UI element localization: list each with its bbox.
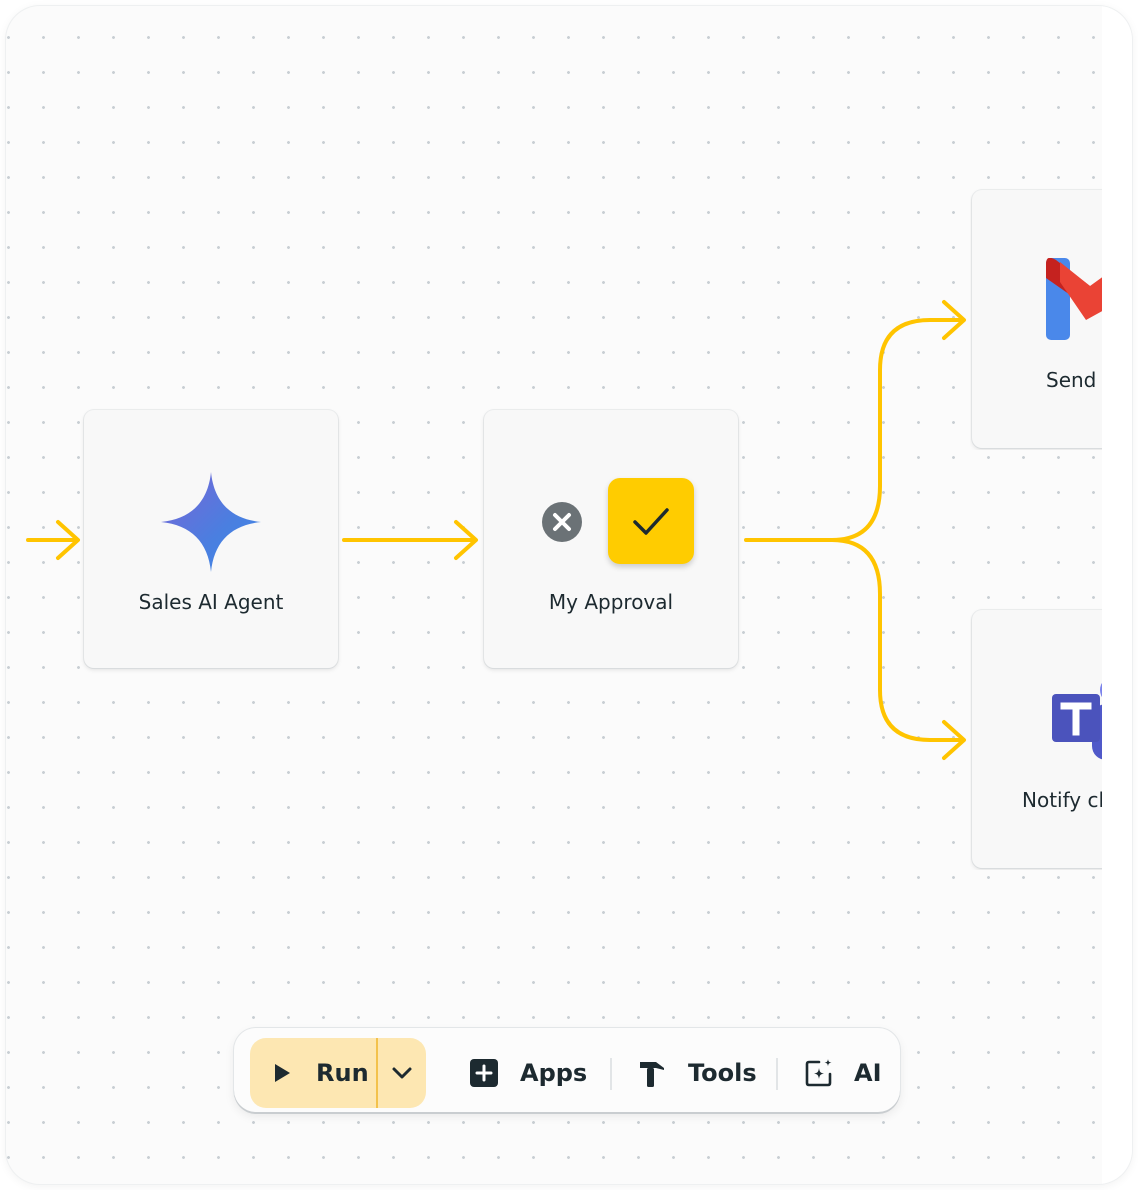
connector-approval-to-email [744, 300, 966, 542]
teams-icon [1052, 677, 1108, 760]
bottom-toolbar: Run Apps Tools AI [234, 1028, 900, 1112]
run-label: Run [316, 1059, 369, 1087]
run-button[interactable]: Run [250, 1038, 376, 1108]
node-label: Send e [1046, 368, 1108, 392]
node-notify-clip: Notify cl [970, 608, 1108, 870]
node-notify[interactable]: Notify cl [972, 610, 1108, 868]
gmail-icon [1046, 258, 1108, 340]
toolbar-divider [610, 1058, 612, 1090]
ai-label: AI [854, 1059, 882, 1087]
toolbar-divider [776, 1058, 778, 1090]
node-label: Notify cl [1022, 788, 1105, 812]
connector-agent-to-approval [342, 520, 478, 560]
workflow-canvas[interactable]: Sales AI Agent My Approval Send e [6, 6, 1132, 1184]
ai-sparkle-icon [805, 1059, 832, 1087]
apps-label: Apps [520, 1059, 588, 1087]
canvas-edge [1102, 6, 1132, 1184]
node-my-approval[interactable]: My Approval [484, 410, 738, 668]
play-icon [275, 1064, 290, 1082]
sparkle-icon [161, 472, 261, 572]
apps-button[interactable]: Apps [470, 1038, 587, 1108]
connector-approval-to-notify [830, 538, 966, 760]
node-send-email[interactable]: Send e [972, 190, 1108, 448]
node-sales-ai-agent[interactable]: Sales AI Agent [84, 410, 338, 668]
approve-button[interactable] [608, 478, 694, 564]
x-circle-icon[interactable] [542, 502, 582, 542]
checkmark-icon [633, 508, 669, 535]
node-label: Sales AI Agent [138, 590, 284, 614]
plus-square-icon [470, 1059, 498, 1087]
node-label: My Approval [548, 590, 674, 614]
connector-incoming [26, 520, 80, 560]
run-options-dropdown[interactable] [378, 1038, 426, 1108]
tools-button[interactable]: Tools [638, 1038, 757, 1108]
chevron-down-icon [392, 1067, 412, 1079]
ai-button[interactable]: AI [804, 1038, 882, 1108]
hammer-icon [640, 1062, 664, 1087]
run-button-group: Run [250, 1038, 426, 1108]
node-send-email-clip: Send e [970, 188, 1108, 450]
tools-label: Tools [688, 1059, 757, 1087]
